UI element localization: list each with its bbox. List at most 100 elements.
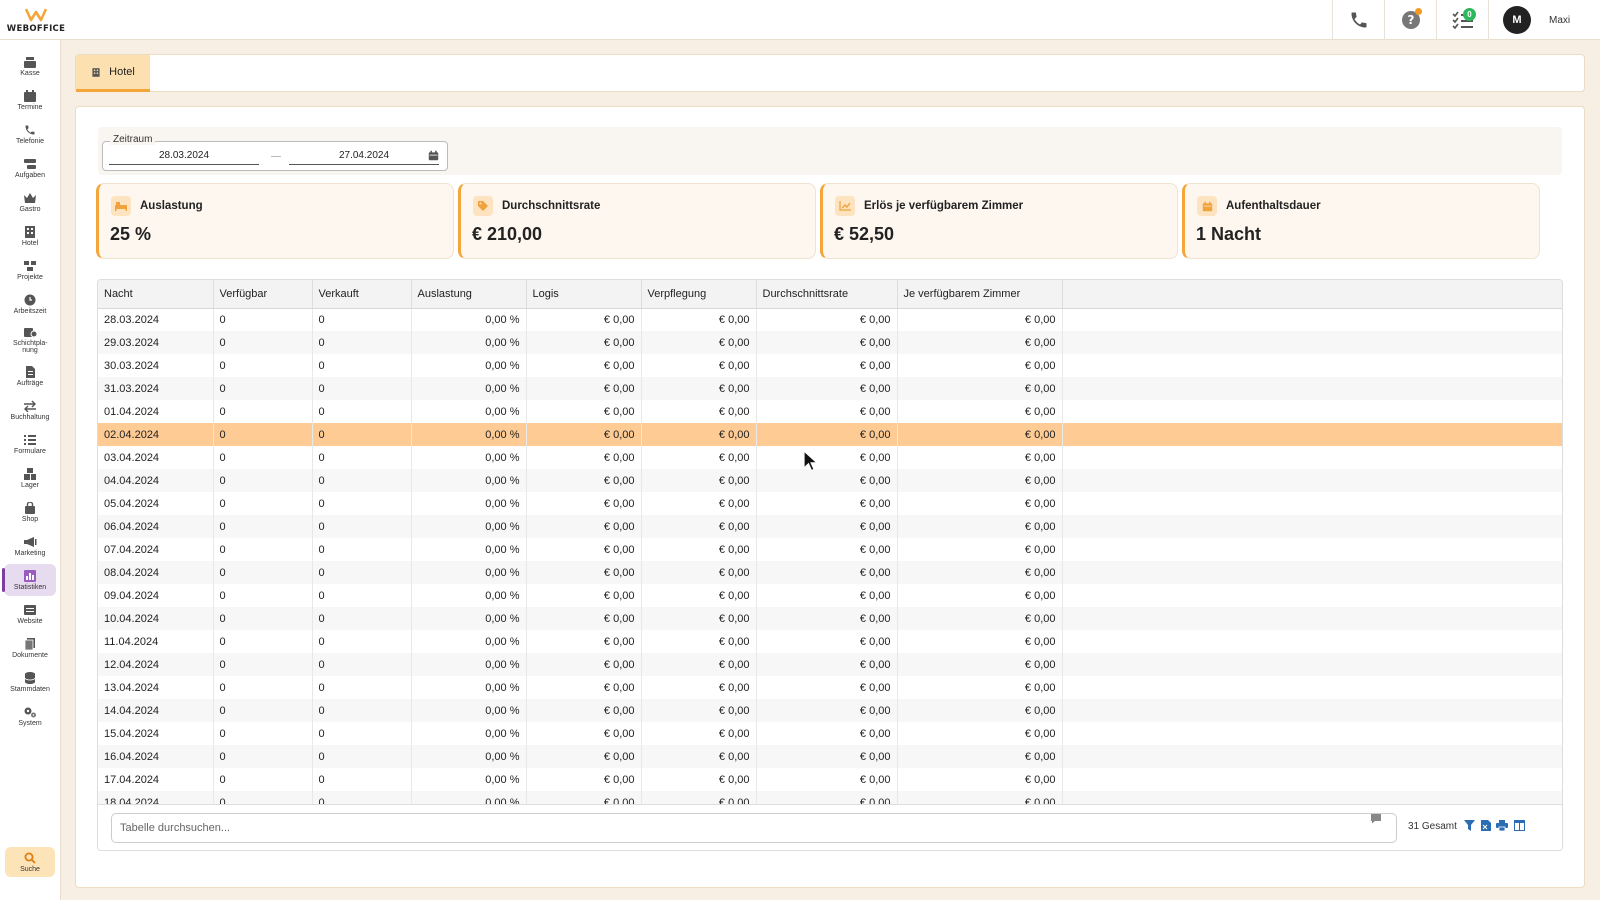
table-row[interactable]: 09.04.2024 0 0 0,00 % € 0,00 € 0,00 € 0,00 € 0,… bbox=[98, 584, 1562, 607]
sidebar-search-button[interactable]: Suche bbox=[5, 847, 55, 877]
sidebar-item-buchhaltung[interactable]: Buchhaltung bbox=[4, 394, 56, 426]
table-cell: 0,00 % bbox=[411, 538, 527, 561]
sidebar-item-arbeitszeit[interactable]: Arbeitszeit bbox=[4, 288, 56, 320]
table-row[interactable]: 01.04.2024 0 0 0,00 % € 0,00 € 0,00 € 0,00 € 0,… bbox=[98, 400, 1562, 423]
table-cell: € 0,00 bbox=[756, 676, 898, 699]
user-menu[interactable]: M Maxi bbox=[1488, 0, 1600, 40]
filter-icon[interactable] bbox=[1464, 820, 1475, 831]
column-header[interactable]: Verfügbar bbox=[213, 280, 313, 309]
table-cell: € 0,00 bbox=[641, 331, 757, 354]
table-row[interactable]: 13.04.2024 0 0 0,00 % € 0,00 € 0,00 € 0,00 € 0,… bbox=[98, 676, 1562, 699]
sidebar-item-website[interactable]: Website bbox=[4, 598, 56, 630]
table-cell: 0 bbox=[312, 676, 412, 699]
table-cell: € 0,00 bbox=[526, 469, 642, 492]
sidebar-item-kasse[interactable]: Kasse bbox=[4, 50, 56, 82]
table-cell: € 0,00 bbox=[641, 446, 757, 469]
table-cell: € 0,00 bbox=[897, 745, 1063, 768]
table-row[interactable]: 04.04.2024 0 0 0,00 % € 0,00 € 0,00 € 0,00 € 0,… bbox=[98, 469, 1562, 492]
table-cell: 0 bbox=[213, 630, 313, 653]
sidebar-item-shop[interactable]: Shop bbox=[4, 496, 56, 528]
table-cell: 0,00 % bbox=[411, 561, 527, 584]
sidebar-item-system[interactable]: System bbox=[4, 700, 56, 732]
table-row[interactable]: 28.03.2024 0 0 0,00 % € 0,00 € 0,00 € 0,00 € 0,… bbox=[98, 308, 1562, 331]
sidebar-item-gastro[interactable]: Gastro bbox=[4, 186, 56, 218]
table-row[interactable]: 12.04.2024 0 0 0,00 % € 0,00 € 0,00 € 0,00 € 0,… bbox=[98, 653, 1562, 676]
sidebar-item-dokumente[interactable]: Dokumente bbox=[4, 632, 56, 664]
tab-hotel[interactable]: Hotel bbox=[76, 55, 150, 92]
column-header[interactable]: Verpflegung bbox=[641, 280, 757, 309]
data-table: Nacht Verfügbar Verkauft Auslastung Logi… bbox=[97, 279, 1563, 851]
sidebar-item-projekte[interactable]: Projekte bbox=[4, 254, 56, 286]
table-search-input[interactable]: Tabelle durchsuchen... bbox=[111, 813, 1397, 843]
sidebar-item-hotel[interactable]: Hotel bbox=[4, 220, 56, 252]
sidebar-item-label: Website bbox=[17, 617, 43, 625]
table-cell: 16.04.2024 bbox=[98, 745, 214, 768]
sidebar-item-formulare[interactable]: Formulare bbox=[4, 428, 56, 460]
table-row[interactable]: 03.04.2024 0 0 0,00 % € 0,00 € 0,00 € 0,00 € 0,… bbox=[98, 446, 1562, 469]
table-cell: 0 bbox=[213, 515, 313, 538]
phone-icon bbox=[25, 125, 35, 134]
sidebar-item-statistiken[interactable]: Statistiken bbox=[2, 564, 56, 596]
sidebar-item-termine[interactable]: Termine bbox=[4, 84, 56, 116]
print-icon[interactable] bbox=[1496, 820, 1508, 831]
calendar-icon[interactable] bbox=[428, 150, 439, 161]
table-cell: € 0,00 bbox=[526, 423, 642, 446]
column-header[interactable]: Verkauft bbox=[312, 280, 412, 309]
phone-button[interactable] bbox=[1332, 0, 1384, 40]
date-from-input[interactable]: 28.03.2024 bbox=[109, 149, 259, 165]
table-row[interactable]: 15.04.2024 0 0 0,00 % € 0,00 € 0,00 € 0,00 € 0,… bbox=[98, 722, 1562, 745]
table-cell-filler bbox=[1062, 377, 1562, 400]
table-cell: € 0,00 bbox=[756, 400, 898, 423]
table-row[interactable]: 14.04.2024 0 0 0,00 % € 0,00 € 0,00 € 0,00 € 0,… bbox=[98, 699, 1562, 722]
table-row[interactable]: 02.04.2024 0 0 0,00 % € 0,00 € 0,00 € 0,00 € 0,… bbox=[98, 423, 1562, 446]
date-to-input[interactable]: 27.04.2024 bbox=[289, 149, 439, 165]
table-row[interactable]: 30.03.2024 0 0 0,00 % € 0,00 € 0,00 € 0,00 € 0,… bbox=[98, 354, 1562, 377]
help-button[interactable]: ? bbox=[1384, 0, 1436, 40]
table-cell-filler bbox=[1062, 538, 1562, 561]
sidebar-item-label: Projekte bbox=[17, 273, 43, 281]
app-logo[interactable]: WEBOFFICE bbox=[0, 0, 72, 40]
table-row[interactable]: 05.04.2024 0 0 0,00 % € 0,00 € 0,00 € 0,00 € 0,… bbox=[98, 492, 1562, 515]
hotel-icon bbox=[92, 67, 100, 77]
table-row[interactable]: 08.04.2024 0 0 0,00 % € 0,00 € 0,00 € 0,00 € 0,… bbox=[98, 561, 1562, 584]
table-cell: 0 bbox=[312, 538, 412, 561]
column-header[interactable]: Logis bbox=[526, 280, 642, 309]
table-row[interactable]: 16.04.2024 0 0 0,00 % € 0,00 € 0,00 € 0,00 € 0,… bbox=[98, 745, 1562, 768]
column-header[interactable]: Je verfügbarem Zimmer bbox=[897, 280, 1063, 309]
sidebar-item-marketing[interactable]: Marketing bbox=[4, 530, 56, 562]
table-cell-filler bbox=[1062, 331, 1562, 354]
table-cell: 0 bbox=[312, 423, 412, 446]
sidebar-item-schichtplanung[interactable]: Schichtpla-nung bbox=[4, 322, 56, 358]
table-row[interactable]: 29.03.2024 0 0 0,00 % € 0,00 € 0,00 € 0,00 € 0,… bbox=[98, 331, 1562, 354]
table-row[interactable]: 06.04.2024 0 0 0,00 % € 0,00 € 0,00 € 0,00 € 0,… bbox=[98, 515, 1562, 538]
table-row[interactable]: 11.04.2024 0 0 0,00 % € 0,00 € 0,00 € 0,00 € 0,… bbox=[98, 630, 1562, 653]
table-cell: € 0,00 bbox=[641, 584, 757, 607]
tasks-count-badge: 0 bbox=[1463, 8, 1476, 21]
sidebar-item-label: Schichtpla-nung bbox=[13, 340, 48, 354]
column-header[interactable]: Durchschnittsrate bbox=[756, 280, 898, 309]
tab-bar: Hotel bbox=[75, 54, 1585, 92]
table-row[interactable]: 31.03.2024 0 0 0,00 % € 0,00 € 0,00 € 0,00 € 0,… bbox=[98, 377, 1562, 400]
sidebar-item-telefonie[interactable]: Telefonie bbox=[4, 118, 56, 150]
columns-icon[interactable] bbox=[1514, 820, 1525, 831]
table-footer: Tabelle durchsuchen... 31 Gesamt bbox=[98, 804, 1562, 850]
sidebar-item-auftraege[interactable]: Aufträge bbox=[4, 360, 56, 392]
table-cell: € 0,00 bbox=[897, 699, 1063, 722]
table-row[interactable]: 07.04.2024 0 0 0,00 % € 0,00 € 0,00 € 0,00 € 0,… bbox=[98, 538, 1562, 561]
table-cell: € 0,00 bbox=[897, 354, 1063, 377]
tasks-button[interactable]: 0 bbox=[1436, 0, 1488, 40]
sidebar-item-stammdaten[interactable]: Stammdaten bbox=[4, 666, 56, 698]
table-row[interactable]: 17.04.2024 0 0 0,00 % € 0,00 € 0,00 € 0,00 € 0,… bbox=[98, 768, 1562, 791]
sidebar-item-lager[interactable]: Lager bbox=[4, 462, 56, 494]
sidebar-item-label: Telefonie bbox=[15, 137, 45, 145]
table-cell: € 0,00 bbox=[756, 492, 898, 515]
table-cell: € 0,00 bbox=[756, 515, 898, 538]
column-header[interactable]: Nacht bbox=[98, 280, 214, 309]
sidebar-item-aufgaben[interactable]: Aufgaben bbox=[4, 152, 56, 184]
table-cell: 09.04.2024 bbox=[98, 584, 214, 607]
column-header[interactable]: Auslastung bbox=[411, 280, 527, 309]
export-excel-icon[interactable] bbox=[1481, 820, 1491, 831]
table-cell: € 0,00 bbox=[641, 699, 757, 722]
table-row[interactable]: 10.04.2024 0 0 0,00 % € 0,00 € 0,00 € 0,00 € 0,… bbox=[98, 607, 1562, 630]
sidebar-item-label: Hotel bbox=[21, 239, 39, 247]
